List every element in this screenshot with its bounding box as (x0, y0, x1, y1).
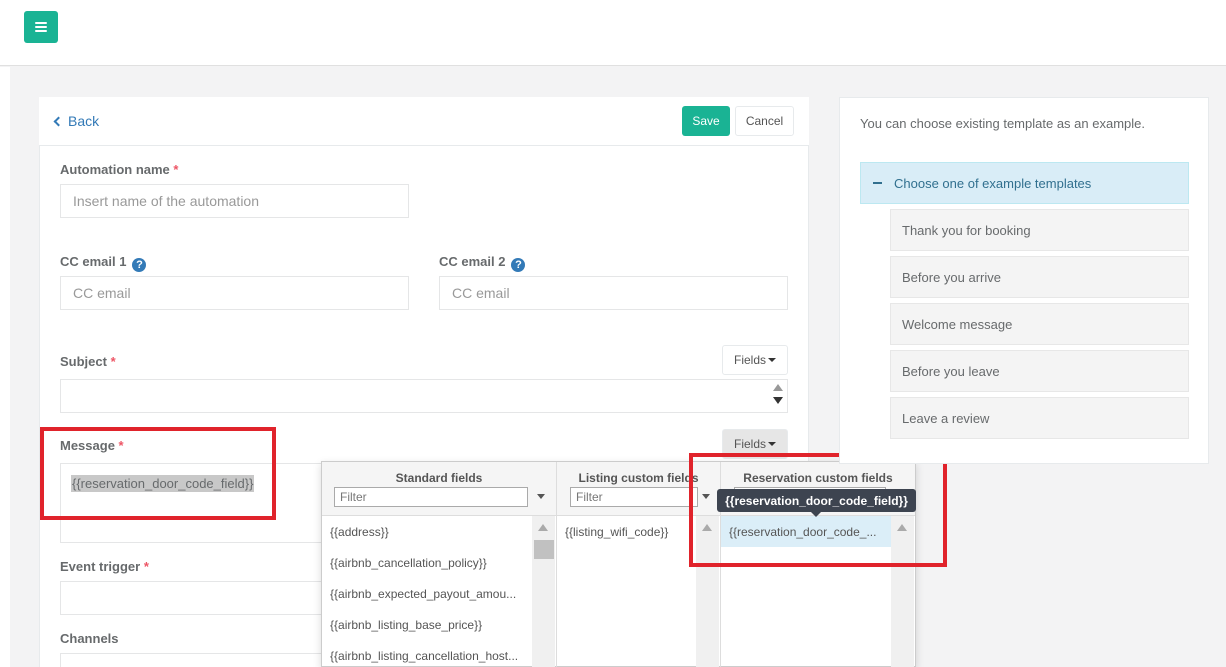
highlight-box-message (40, 427, 276, 520)
cc-email-1-input[interactable]: CC email (60, 276, 409, 310)
standard-fields-scrollbar[interactable] (532, 516, 555, 667)
field-item[interactable]: {{airbnb_expected_payout_amou... (322, 578, 532, 609)
subject-input[interactable] (60, 379, 788, 413)
field-item[interactable]: {{airbnb_cancellation_policy}} (322, 547, 532, 578)
save-button[interactable]: Save (682, 106, 730, 136)
examples-intro: You can choose existing template as an e… (860, 116, 1145, 131)
menu-toggle-button[interactable] (24, 11, 58, 43)
minus-icon (873, 182, 882, 184)
cc-email-2-placeholder: CC email (452, 285, 510, 301)
caret-down-icon[interactable] (537, 494, 545, 499)
channels-select[interactable] (60, 653, 330, 667)
examples-accordion-header[interactable]: Choose one of example templates (860, 162, 1189, 204)
arrow-up-icon[interactable] (538, 524, 548, 531)
standard-fields-filter[interactable]: Filter (334, 487, 528, 507)
standard-fields-title: Standard fields (395, 471, 483, 485)
form-header: Back Save Cancel (39, 97, 809, 146)
example-templates-panel: You can choose existing template as an e… (839, 97, 1209, 464)
scroll-thumb[interactable] (534, 540, 554, 559)
cc-email-2-label: CC email 2? (439, 254, 526, 272)
automation-name-label: Automation name * (60, 162, 179, 177)
cc-email-2-input[interactable]: CC email (439, 276, 788, 310)
required-marker: * (143, 559, 149, 574)
channels-label: Channels (60, 631, 119, 646)
required-marker: * (110, 354, 116, 369)
hamburger-icon (35, 22, 47, 32)
listing-custom-fields-filter[interactable]: Filter (570, 487, 698, 507)
left-edge (0, 67, 10, 667)
help-icon[interactable]: ? (511, 258, 526, 272)
standard-fields-column: Standard fields Filter {{address}} {{air… (322, 462, 557, 667)
subject-fields-button[interactable]: Fields (722, 345, 788, 375)
arrow-up-icon (773, 384, 783, 391)
cc-email-1-label: CC email 1? (60, 254, 147, 272)
event-trigger-label: Event trigger * (60, 559, 149, 574)
back-label: Back (68, 113, 100, 129)
event-trigger-select[interactable] (60, 581, 330, 615)
help-icon[interactable]: ? (132, 258, 147, 272)
template-item[interactable]: Before you arrive (890, 256, 1189, 298)
required-marker: * (173, 162, 179, 177)
top-navbar (0, 0, 1226, 66)
subject-spinner[interactable] (773, 384, 783, 404)
template-item[interactable]: Welcome message (890, 303, 1189, 345)
cancel-button[interactable]: Cancel (735, 106, 794, 136)
cc-email-1-placeholder: CC email (73, 285, 131, 301)
field-item[interactable]: {{listing_wifi_code}} (557, 516, 696, 547)
template-item[interactable]: Leave a review (890, 397, 1189, 439)
caret-down-icon (768, 442, 776, 446)
field-item[interactable]: {{address}} (322, 516, 532, 547)
automation-name-placeholder: Insert name of the automation (73, 193, 259, 209)
automation-name-input[interactable]: Insert name of the automation (60, 184, 409, 218)
highlight-box-reservation-field (689, 453, 947, 567)
template-item[interactable]: Before you leave (890, 350, 1189, 392)
field-item[interactable]: {{airbnb_listing_cancellation_host... (322, 640, 532, 667)
chevron-left-icon (53, 116, 64, 126)
subject-label: Subject * (60, 354, 116, 369)
back-link[interactable]: Back (53, 113, 100, 129)
field-item[interactable]: {{airbnb_listing_base_price}} (322, 609, 532, 640)
template-item[interactable]: Thank you for booking (890, 209, 1189, 251)
caret-down-icon (768, 358, 776, 362)
arrow-down-icon (773, 397, 783, 404)
